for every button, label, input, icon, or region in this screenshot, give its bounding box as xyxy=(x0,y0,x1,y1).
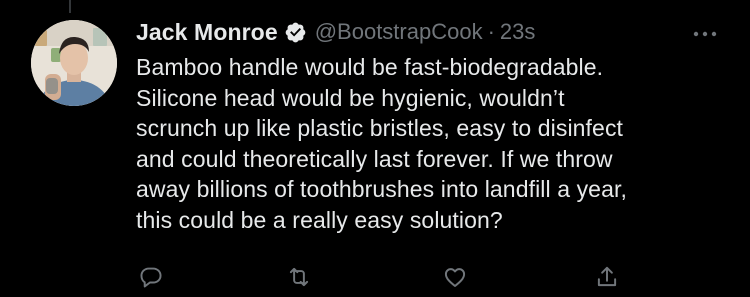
verified-badge-icon xyxy=(284,21,307,44)
author-handle[interactable]: @BootstrapCook xyxy=(315,19,483,45)
separator-dot: · xyxy=(487,19,495,44)
heart-icon xyxy=(444,268,466,287)
share-icon xyxy=(597,266,617,287)
tweet-actions-bar xyxy=(136,262,736,297)
reply-icon xyxy=(140,267,162,288)
thread-connector-line xyxy=(69,0,71,13)
more-horizontal-icon xyxy=(693,31,717,37)
tweet-timestamp[interactable]: 23s xyxy=(500,19,535,45)
avatar-image xyxy=(31,20,117,106)
more-options-button[interactable] xyxy=(692,26,718,37)
retweet-icon xyxy=(289,267,309,287)
avatar[interactable] xyxy=(31,20,117,106)
author-name[interactable]: Jack Monroe xyxy=(136,19,278,46)
share-button[interactable] xyxy=(592,262,622,292)
tweet-text: Bamboo handle would be fast-biodegradabl… xyxy=(136,54,627,233)
retweet-button[interactable] xyxy=(284,262,314,292)
like-button[interactable] xyxy=(440,262,470,292)
reply-button[interactable] xyxy=(136,262,166,292)
